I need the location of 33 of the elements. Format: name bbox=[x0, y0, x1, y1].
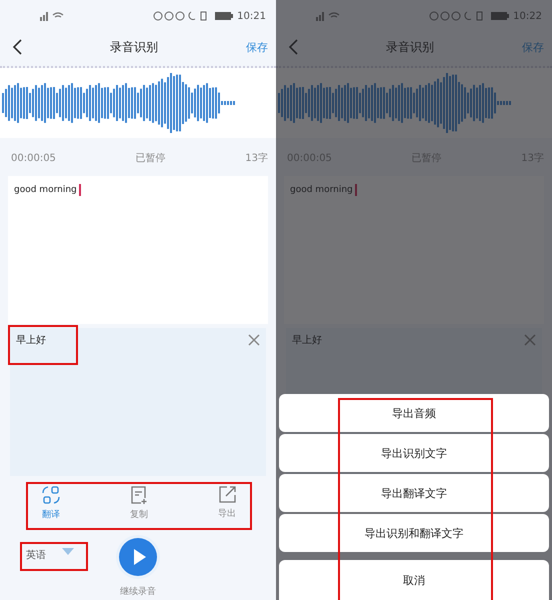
text-cursor bbox=[78, 184, 81, 196]
translation-text: 早上好 bbox=[10, 327, 76, 363]
character-count: 13字 bbox=[245, 152, 268, 165]
recording-status: 已暂停 bbox=[136, 152, 166, 165]
scan-icon bbox=[42, 486, 60, 504]
resume-recording-label: 继续录音 bbox=[120, 586, 156, 598]
translation-text: 早上好 bbox=[291, 334, 323, 348]
export-option[interactable]: 导出识别文字 bbox=[279, 434, 549, 472]
clock-time: 10:21 bbox=[237, 10, 266, 22]
export-option[interactable]: 导出翻译文字 bbox=[279, 474, 549, 512]
text-cursor bbox=[354, 184, 357, 196]
document-plus-icon bbox=[131, 486, 147, 504]
cancel-button[interactable]: 取消 bbox=[279, 560, 549, 600]
close-icon[interactable] bbox=[524, 334, 536, 346]
translate-button[interactable]: 翻译 bbox=[38, 484, 64, 528]
elapsed-time: 00:00:05 bbox=[11, 152, 56, 164]
export-option[interactable]: 导出识别和翻译文字 bbox=[279, 514, 549, 552]
play-button[interactable] bbox=[115, 534, 161, 580]
battery-icon bbox=[491, 12, 510, 20]
dropdown-triangle-icon bbox=[62, 548, 74, 555]
signal-icon bbox=[314, 11, 340, 21]
clock-time: 10:22 bbox=[513, 10, 542, 22]
transcript-text[interactable]: good morning bbox=[290, 185, 353, 195]
share-out-icon bbox=[218, 486, 236, 503]
close-icon[interactable] bbox=[248, 334, 260, 346]
language-dropdown[interactable]: 英语 bbox=[22, 544, 86, 569]
transcript-text[interactable]: good morning bbox=[14, 185, 77, 195]
back-icon[interactable] bbox=[12, 39, 22, 55]
screen-title: 录音识别 bbox=[110, 38, 158, 56]
signal-icon bbox=[38, 11, 64, 21]
battery-icon bbox=[215, 12, 234, 20]
screen-title: 录音识别 bbox=[386, 38, 434, 56]
export-option[interactable]: 导出音频 bbox=[279, 394, 549, 432]
